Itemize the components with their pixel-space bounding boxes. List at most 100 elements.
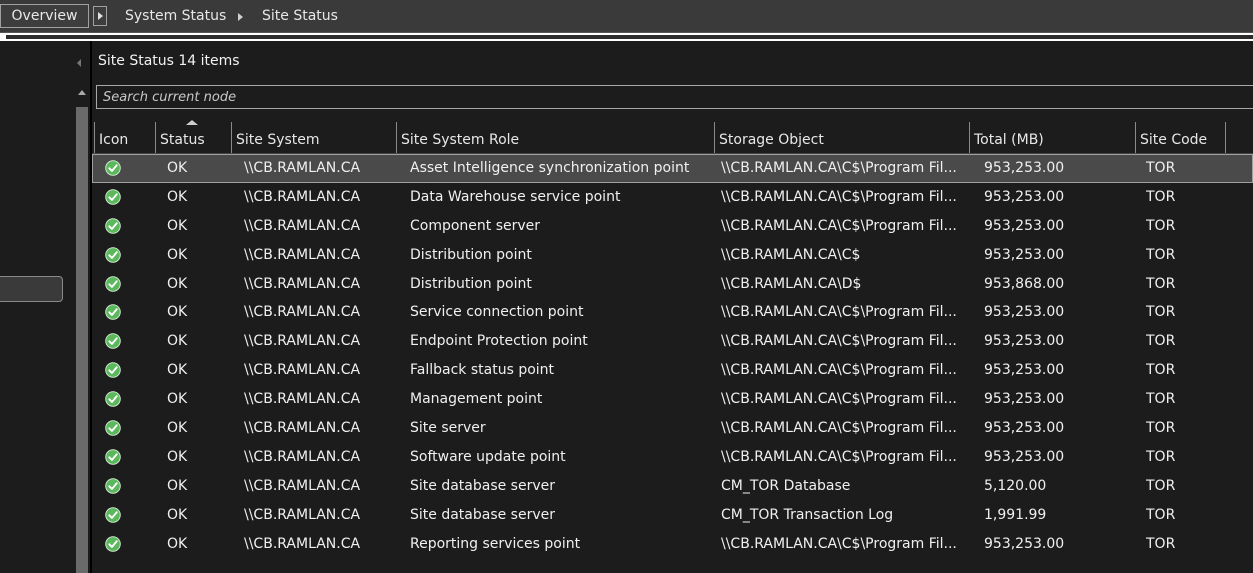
status-cell: OK — [167, 448, 188, 465]
total-mb-cell: 953,253.00 — [984, 304, 1065, 321]
storage-object-cell: \\CB.RAMLAN.CA\D$ — [721, 275, 862, 292]
total-mb-cell: 953,253.00 — [984, 448, 1065, 465]
table-row[interactable]: OK \\CB.RAMLAN.CA Data Warehouse service p… — [92, 183, 1253, 212]
ok-checkmark-icon — [105, 189, 121, 205]
column-header-icon[interactable]: Icon — [94, 122, 155, 153]
total-mb-cell: 953,253.00 — [984, 391, 1065, 408]
column-header-total-mb[interactable]: Total (MB) — [969, 122, 1135, 153]
column-header-status[interactable]: Status — [155, 122, 231, 153]
ok-checkmark-icon — [105, 333, 121, 350]
ok-checkmark-icon — [105, 275, 121, 292]
storage-object-cell: \\CB.RAMLAN.CA\C$\Program Fil... — [721, 391, 957, 408]
status-cell: OK — [167, 217, 188, 234]
site-code-cell: TOR — [1146, 188, 1176, 205]
total-mb-cell: 953,253.00 — [984, 217, 1065, 234]
table-row[interactable]: OK \\CB.RAMLAN.CA Service connection point… — [92, 298, 1253, 327]
site-code-cell: TOR — [1146, 304, 1176, 321]
site-code-cell: TOR — [1146, 506, 1176, 523]
status-cell: OK — [167, 304, 188, 321]
column-header-status-label: Status — [160, 132, 205, 148]
storage-object-cell: \\CB.RAMLAN.CA\C$\Program Fil... — [721, 448, 957, 465]
site-system-cell: \\CB.RAMLAN.CA — [244, 160, 361, 176]
storage-object-cell: \\CB.RAMLAN.CA\C$\Program Fil... — [721, 188, 957, 205]
scroll-up-icon[interactable] — [78, 90, 86, 95]
ok-checkmark-icon — [105, 478, 121, 494]
table-row[interactable]: OK \\CB.RAMLAN.CA Management point \\CB.RAM… — [92, 385, 1253, 414]
table-row[interactable]: OK \\CB.RAMLAN.CA Software update point \\C… — [92, 443, 1253, 472]
total-mb-cell: 953,253.00 — [984, 160, 1065, 176]
ok-checkmark-icon — [105, 535, 121, 552]
breadcrumb-expand-icon[interactable] — [93, 6, 107, 26]
ok-checkmark-icon — [105, 449, 121, 465]
site-system-cell: \\CB.RAMLAN.CA — [244, 506, 361, 523]
breadcrumb-item-system-status[interactable]: System Status — [125, 0, 226, 33]
navigation-pane-button[interactable] — [0, 276, 63, 302]
site-system-role-cell: Asset Intelligence synchronization point — [410, 160, 690, 176]
total-mb-cell: 5,120.00 — [984, 477, 1047, 494]
table-row[interactable]: OK \\CB.RAMLAN.CA Component server \\CB.RAM… — [92, 212, 1253, 241]
site-system-role-cell: Reporting services point — [410, 535, 581, 552]
site-system-role-cell: Component server — [410, 217, 541, 234]
table-row[interactable]: OK \\CB.RAMLAN.CA Site database server CM_T… — [92, 472, 1253, 501]
search-box[interactable] — [96, 85, 1253, 109]
site-code-cell: TOR — [1146, 275, 1176, 292]
ok-checkmark-icon — [105, 362, 121, 378]
site-system-role-cell: Distribution point — [410, 275, 532, 292]
column-header-storage-object[interactable]: Storage Object — [714, 122, 969, 153]
search-input[interactable] — [97, 86, 1253, 108]
site-system-cell: \\CB.RAMLAN.CA — [244, 275, 361, 292]
storage-object-cell: \\CB.RAMLAN.CA\C$\Program Fil... — [721, 160, 957, 176]
status-cell: OK — [167, 188, 188, 205]
status-cell: OK — [167, 362, 188, 379]
breadcrumb: Overview System Status Site Status — [0, 0, 1253, 33]
column-header-site-system-role[interactable]: Site System Role — [396, 122, 714, 153]
total-mb-cell: 1,991.99 — [984, 506, 1047, 523]
table-row[interactable]: OK \\CB.RAMLAN.CA Distribution point \\CB.R… — [92, 270, 1253, 299]
table-row[interactable]: OK \\CB.RAMLAN.CA Site server \\CB.RAMLAN.C… — [92, 414, 1253, 443]
total-mb-cell: 953,253.00 — [984, 333, 1065, 350]
storage-object-cell: CM_TOR Transaction Log — [721, 506, 894, 523]
table-row[interactable]: OK \\CB.RAMLAN.CA Distribution point \\CB.R… — [92, 241, 1253, 270]
collapse-pane-icon[interactable] — [77, 59, 81, 67]
site-system-role-cell: Software update point — [410, 448, 566, 465]
breadcrumb-overview-button[interactable]: Overview — [0, 4, 89, 28]
column-header-site-code[interactable]: Site Code — [1135, 122, 1225, 153]
site-system-cell: \\CB.RAMLAN.CA — [244, 420, 361, 437]
table-row[interactable]: OK \\CB.RAMLAN.CA Fallback status point \\C… — [92, 356, 1253, 385]
site-system-role-cell: Data Warehouse service point — [410, 188, 621, 205]
total-mb-cell: 953,253.00 — [984, 362, 1065, 379]
total-mb-cell: 953,868.00 — [984, 275, 1065, 292]
breadcrumb-item-site-status[interactable]: Site Status — [262, 0, 338, 33]
site-system-cell: \\CB.RAMLAN.CA — [244, 391, 361, 408]
sort-ascending-icon — [186, 120, 198, 125]
table-row[interactable]: OK \\CB.RAMLAN.CA Asset Intelligence synch… — [92, 154, 1253, 183]
table-row[interactable]: OK \\CB.RAMLAN.CA Reporting services point… — [92, 530, 1253, 559]
navigation-scrollbar[interactable] — [76, 107, 88, 573]
ok-checkmark-icon — [105, 218, 121, 234]
site-system-role-cell: Fallback status point — [410, 362, 555, 379]
status-cell: OK — [167, 391, 188, 408]
table-body: OK \\CB.RAMLAN.CA Asset Intelligence synch… — [92, 154, 1253, 558]
breadcrumb-separator-icon — [238, 13, 243, 21]
storage-object-cell: CM_TOR Database — [721, 477, 851, 494]
total-mb-cell: 953,253.00 — [984, 535, 1065, 552]
table-row[interactable]: OK \\CB.RAMLAN.CA Site database server CM_T… — [92, 501, 1253, 530]
ok-checkmark-icon — [105, 391, 121, 407]
column-header-site-system[interactable]: Site System — [231, 122, 396, 153]
site-code-cell: TOR — [1146, 448, 1176, 465]
navigation-pane — [0, 41, 92, 573]
site-system-cell: \\CB.RAMLAN.CA — [244, 188, 361, 205]
site-system-cell: \\CB.RAMLAN.CA — [244, 333, 361, 350]
column-header-extra[interactable] — [1225, 122, 1253, 153]
site-code-cell: TOR — [1146, 420, 1176, 437]
storage-object-cell: \\CB.RAMLAN.CA\C$\Program Fil... — [721, 217, 957, 234]
status-cell: OK — [167, 535, 188, 552]
total-mb-cell: 953,253.00 — [984, 246, 1065, 263]
ok-checkmark-icon — [105, 246, 121, 263]
ok-checkmark-icon — [105, 506, 121, 523]
site-system-role-cell: Endpoint Protection point — [410, 333, 588, 350]
site-code-cell: TOR — [1146, 362, 1176, 379]
site-system-role-cell: Management point — [410, 391, 543, 408]
table-row[interactable]: OK \\CB.RAMLAN.CA Endpoint Protection poin… — [92, 327, 1253, 356]
total-mb-cell: 953,253.00 — [984, 420, 1065, 437]
